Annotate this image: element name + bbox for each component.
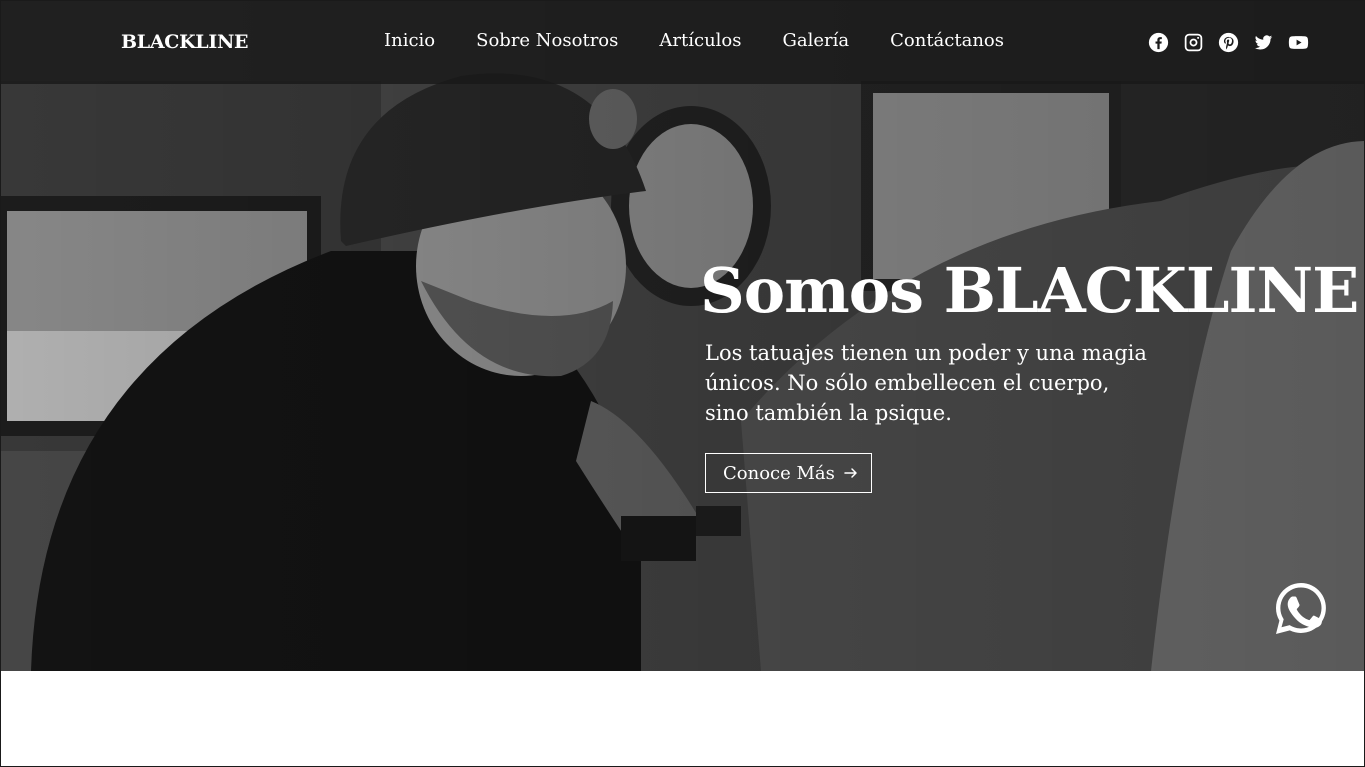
hero-title: Somos BLACKLINE <box>700 254 1359 327</box>
facebook-icon[interactable] <box>1147 31 1169 53</box>
nav-link-contactanos[interactable]: Contáctanos <box>890 30 1004 51</box>
nav-link-sobre-nosotros[interactable]: Sobre Nosotros <box>476 30 618 51</box>
page-frame: BLACKLINE Inicio Sobre Nosotros Artículo… <box>0 0 1365 767</box>
brand-logo[interactable]: BLACKLINE <box>121 31 249 53</box>
social-links <box>1147 31 1322 53</box>
nav-link-articulos[interactable]: Artículos <box>659 30 741 51</box>
main-nav: Inicio Sobre Nosotros Artículos Galería … <box>384 30 1045 51</box>
arrow-right-icon <box>844 468 857 478</box>
youtube-icon[interactable] <box>1287 31 1309 53</box>
conoce-mas-button[interactable]: Conoce Más <box>705 453 872 493</box>
top-navbar: BLACKLINE Inicio Sobre Nosotros Artículo… <box>1 1 1364 84</box>
hero-section: BLACKLINE Inicio Sobre Nosotros Artículo… <box>1 1 1364 671</box>
cta-label: Conoce Más <box>723 462 835 484</box>
twitter-icon[interactable] <box>1252 31 1274 53</box>
hero-overlay <box>1 1 1364 671</box>
nav-link-galeria[interactable]: Galería <box>783 30 850 51</box>
whatsapp-icon[interactable] <box>1271 579 1331 639</box>
nav-link-inicio[interactable]: Inicio <box>384 30 435 51</box>
hero-description: Los tatuajes tienen un poder y una magia… <box>705 341 1147 425</box>
instagram-icon[interactable] <box>1182 31 1204 53</box>
content-area <box>1 671 1364 766</box>
pinterest-icon[interactable] <box>1217 31 1239 53</box>
